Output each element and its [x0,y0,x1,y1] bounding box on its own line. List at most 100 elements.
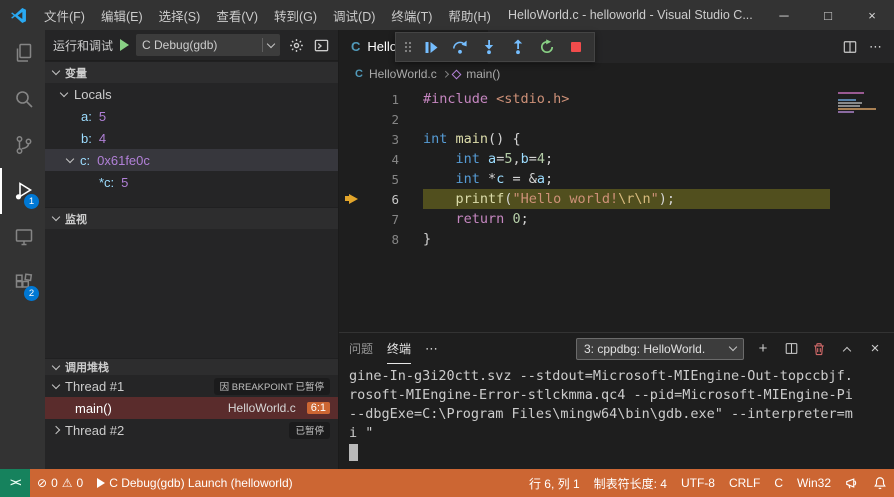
breadcrumb-file[interactable]: HelloWorld.c [369,67,437,81]
code-line[interactable]: 8} [339,229,894,249]
notifications-bell-icon[interactable] [866,469,894,497]
variables-scope-row[interactable]: Locals [45,83,338,105]
stack-frame-row[interactable]: main()HelloWorld.c6:1 [45,397,338,419]
variable-row[interactable]: c:0x61fe0c [45,149,338,171]
callstack-section-header[interactable]: 调用堆栈 [45,358,338,375]
terminal-cursor [349,444,358,461]
menu-item[interactable]: 转到(G) [266,0,325,30]
activity-bar-extensions-icon[interactable]: 2 [0,260,45,306]
run-and-debug-toolbar: 运行和调试 C Debug(gdb) [45,30,338,61]
code-line[interactable]: 3int main() { [339,129,894,149]
code-line[interactable]: 7 return 0; [339,209,894,229]
maximize-button[interactable]: □ [806,0,850,30]
line-number: 1 [365,92,399,107]
activity-bar-search-icon[interactable] [0,76,45,122]
maximize-panel-icon[interactable] [838,340,856,358]
panel-more-icon[interactable]: ⋯ [425,341,439,357]
variables-section-header[interactable]: 变量 [45,61,338,83]
callstack-thread-row[interactable]: Thread #1因 BREAKPOINT 已暂停 [45,375,338,397]
menu-item[interactable]: 帮助(H) [440,0,498,30]
menu-item[interactable]: 终端(T) [383,0,440,30]
terminal-output[interactable]: gine-In-g3i20ctt.svz --stdout=Microsoft-… [339,364,894,469]
continue-button[interactable] [418,34,444,60]
panel-tab[interactable]: 问题 [349,333,373,364]
c-language-icon: C [355,68,363,80]
terminal-select[interactable]: 3: cppdbg: HelloWorld. [576,338,744,360]
select-divider [262,38,263,52]
gutter-glyph-margin[interactable] [339,209,365,229]
activity-bar-source-control-icon[interactable] [0,122,45,168]
more-actions-icon[interactable]: ⋯ [869,39,882,55]
feedback-icon[interactable] [838,469,866,497]
minimize-button[interactable]: ─ [762,0,806,30]
variable-row[interactable]: *c:5 [45,171,338,193]
code-line[interactable]: 1#include <stdio.h> [339,89,894,109]
code-editor[interactable]: 1#include <stdio.h>23int main() {4 int a… [339,85,894,332]
problems-status[interactable]: ⊘ 0 ⚠ 0 [30,469,90,497]
activity-bar-run-and-debug-icon[interactable]: 1 [0,168,45,214]
callstack-thread-row[interactable]: Thread #2已暂停 [45,419,338,441]
gear-icon[interactable] [287,36,305,54]
language-mode[interactable]: C [767,469,790,497]
platform[interactable]: Win32 [790,469,838,497]
kill-terminal-trash-icon[interactable] [810,340,828,358]
watch-section-header[interactable]: 监视 [45,207,338,229]
breadcrumb-symbol[interactable]: main() [466,67,500,81]
menu-item[interactable]: 文件(F) [36,0,93,30]
chevron-down-icon [52,380,60,388]
gutter-glyph-margin[interactable] [339,89,365,109]
gutter-glyph-margin[interactable] [339,149,365,169]
gutter-glyph-margin[interactable] [339,189,365,209]
eol-sequence[interactable]: CRLF [722,469,767,497]
chevron-down-icon [52,213,60,221]
panel-header: 问题终端 ⋯ 3: cppdbg: HelloWorld. + [339,333,894,364]
menu-item[interactable]: 选择(S) [151,0,209,30]
panel-tab[interactable]: 终端 [387,333,411,364]
code-line[interactable]: 6 printf("Hello world!\r\n"); [339,189,894,209]
step-out-button[interactable] [505,34,531,60]
menu-item[interactable]: 调试(D) [325,0,383,30]
debug-config-select[interactable]: C Debug(gdb) [136,34,280,56]
debug-console-icon[interactable] [312,36,330,54]
indentation[interactable]: 制表符长度: 4 [587,469,674,497]
new-terminal-icon[interactable]: + [754,340,772,358]
chevron-down-icon [52,361,60,369]
restart-button[interactable] [534,34,560,60]
callstack-tree: Thread #1因 BREAKPOINT 已暂停main()HelloWorl… [45,375,338,441]
breadcrumb[interactable]: C HelloWorld.c main() [339,63,894,85]
toolbar-grip-handle[interactable] [401,34,415,60]
step-over-button[interactable] [447,34,473,60]
minimap[interactable] [834,89,892,131]
activity-bar-remote-explorer-icon[interactable] [0,214,45,260]
code-line[interactable]: 4 int a=5,b=4; [339,149,894,169]
gutter-glyph-margin[interactable] [339,229,365,249]
code-line-content: int main() { [423,131,521,147]
gutter-glyph-margin[interactable] [339,169,365,189]
code-line[interactable]: 2 [339,109,894,129]
close-button[interactable]: × [850,0,894,30]
code-line[interactable]: 5 int *c = &a; [339,169,894,189]
stop-button[interactable] [563,34,589,60]
chevron-down-icon [267,39,275,47]
variable-row[interactable]: a:5 [45,105,338,127]
menu-item[interactable]: 编辑(E) [93,0,151,30]
variable-row[interactable]: b:4 [45,127,338,149]
split-editor-icon[interactable] [843,40,857,54]
cursor-position[interactable]: 行 6, 列 1 [522,469,587,497]
close-panel-icon[interactable]: × [866,340,884,358]
step-into-button[interactable] [476,34,502,60]
start-debugging-icon[interactable] [120,39,129,51]
code-lines: 1#include <stdio.h>23int main() {4 int a… [339,89,894,249]
split-terminal-icon[interactable] [782,340,800,358]
gutter-glyph-margin[interactable] [339,129,365,149]
debug-sidebar: 运行和调试 C Debug(gdb) 变量 [45,30,339,469]
gutter-glyph-margin[interactable] [339,109,365,129]
debug-launch-status[interactable]: C Debug(gdb) Launch (helloworld) [90,469,299,497]
menu-item[interactable]: 查看(V) [208,0,266,30]
debug-launch-label: C Debug(gdb) Launch (helloworld) [109,476,292,490]
activity-bar-explorer-icon[interactable] [0,30,45,76]
encoding[interactable]: UTF-8 [674,469,722,497]
thread-state-badge: 已暂停 [289,422,330,439]
scope-label: Locals [74,87,112,102]
remote-indicator[interactable]: >< [0,469,30,497]
